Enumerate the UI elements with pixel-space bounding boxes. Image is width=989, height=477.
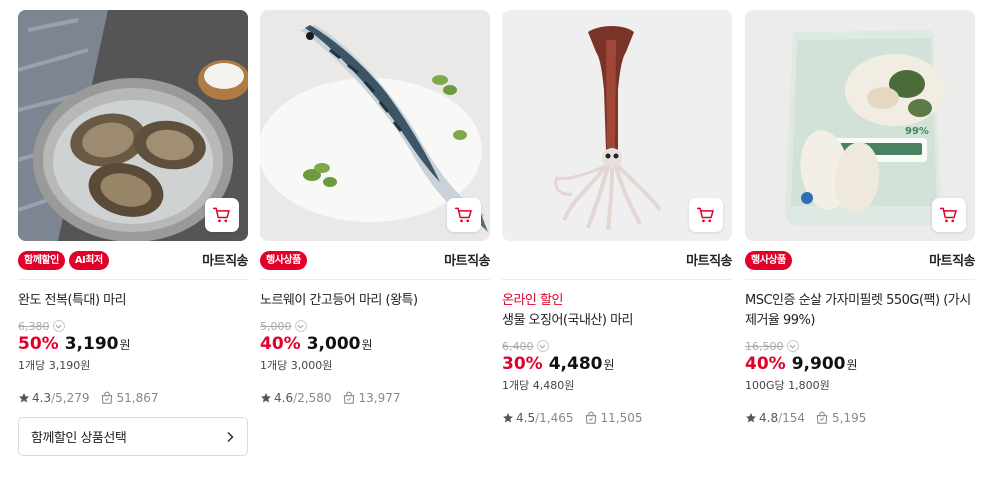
chevron-down-icon: [789, 344, 796, 349]
seller-label: 마트직송: [444, 254, 490, 269]
cart-icon: [939, 207, 957, 223]
purchase-count: 11,505: [600, 411, 643, 425]
chevron-down-icon: [55, 324, 62, 329]
product-info[interactable]: 온라인 할인 생물 오징어(국내산) 마리 6,400 30% 4,480 원 …: [502, 291, 732, 426]
sale-price: 3,190: [64, 334, 119, 354]
chevron-down-icon: [297, 324, 304, 329]
product-name[interactable]: 완도 전복(특대) 마리: [18, 291, 248, 311]
currency-unit: 원: [361, 338, 373, 352]
product-info[interactable]: MSC인증 순살 가자미필렛 550G(팩) (가시제거율 99%) 16,50…: [745, 291, 975, 426]
product-stats: 4.6 / 2,580 13,977: [260, 390, 490, 406]
divider: [745, 279, 975, 280]
sale-price: 4,480: [548, 354, 603, 374]
price-info-button[interactable]: [536, 340, 549, 352]
star-icon: [746, 413, 756, 423]
rating: 4.6: [274, 391, 294, 405]
shopping-bag-icon: [585, 411, 596, 424]
product-stats: 4.3 / 5,279 51,867: [18, 390, 248, 406]
seller-label: 마트직송: [202, 254, 248, 269]
discount-rate: 40%: [745, 354, 786, 374]
product-stats: 4.8 / 154 5,195: [745, 410, 975, 426]
product-image-squid[interactable]: [502, 10, 732, 241]
promo-label: 온라인 할인: [502, 293, 563, 308]
purchase-count: 13,977: [358, 391, 401, 405]
chevron-down-icon: [539, 344, 546, 349]
price-info-button[interactable]: [294, 320, 307, 332]
cart-icon: [696, 207, 714, 223]
purchase-count: 51,867: [116, 391, 159, 405]
product-stats: 4.5 / 1,465 11,505: [502, 410, 732, 426]
rating: 4.3: [32, 391, 52, 405]
shopping-bag-icon: [343, 391, 354, 404]
divider: [502, 279, 732, 280]
divider: [260, 279, 490, 280]
badge: 함께할인: [18, 250, 65, 270]
seller-label: 마트직송: [929, 254, 975, 269]
purchase-count: 5,195: [832, 411, 867, 425]
tag-row: 행사상품 마트직송: [745, 249, 975, 271]
badge: AI최저: [68, 250, 109, 270]
badge: 행사상품: [745, 250, 792, 270]
product-card[interactable]: 행사상품 마트직송 노르웨이 간고등어 마리 (왕특) 5,000 40% 3,…: [260, 10, 490, 470]
discount-rate: 30%: [502, 354, 543, 374]
currency-unit: 원: [846, 358, 858, 372]
product-image-abalone[interactable]: [18, 10, 248, 241]
review-count: 2,580: [297, 391, 332, 405]
badge: 행사상품: [260, 250, 307, 270]
shopping-bag-icon: [816, 411, 828, 424]
add-to-cart-button[interactable]: [447, 198, 481, 232]
price-info-button[interactable]: [52, 320, 65, 332]
combo-discount-select-button[interactable]: 함께할인 상품선택: [18, 417, 248, 456]
sale-price: 9,900: [791, 354, 846, 374]
original-price: 6,380: [18, 319, 50, 333]
discount-rate: 50%: [18, 334, 59, 354]
unit-price: 1개당 3,190원: [18, 359, 91, 372]
currency-unit: 원: [603, 358, 615, 372]
product-card[interactable]: 함께할인 AI최저 마트직송 완도 전복(특대) 마리 6,380 50% 3,…: [18, 10, 248, 470]
divider: [18, 279, 248, 280]
price-info-button[interactable]: [786, 340, 799, 352]
review-count: 1,465: [539, 411, 574, 425]
cart-icon: [454, 207, 472, 223]
tag-row: 함께할인 AI최저 마트직송: [18, 249, 248, 271]
original-price: 16,500: [745, 339, 784, 353]
star-icon: [19, 393, 29, 403]
product-image-mackerel[interactable]: [260, 10, 490, 241]
shopping-bag-icon: [101, 391, 112, 404]
chevron-right-icon: [227, 431, 234, 442]
star-icon: [503, 413, 513, 423]
review-count: 154: [782, 411, 806, 425]
product-info[interactable]: 완도 전복(특대) 마리 6,380 50% 3,190 원 1개당 3,190…: [18, 291, 248, 406]
unit-price: 1개당 3,000원: [260, 359, 333, 372]
rating: 4.5: [516, 411, 536, 425]
add-to-cart-button[interactable]: [205, 198, 239, 232]
add-to-cart-button[interactable]: [932, 198, 966, 232]
currency-unit: 원: [119, 338, 131, 352]
discount-rate: 40%: [260, 334, 301, 354]
product-name[interactable]: MSC인증 순살 가자미필렛 550G(팩) (가시제거율 99%): [745, 291, 975, 331]
product-image-fish-fillet[interactable]: 99%: [745, 10, 975, 241]
product-name[interactable]: 노르웨이 간고등어 마리 (왕특): [260, 291, 490, 311]
original-price: 6,400: [502, 339, 534, 353]
seller-label: 마트직송: [686, 254, 732, 269]
svg-text:99%: 99%: [905, 126, 929, 137]
tag-row: 행사상품 마트직송: [260, 249, 490, 271]
unit-price: 1개당 4,480원: [502, 379, 575, 392]
star-icon: [261, 393, 271, 403]
cart-icon: [212, 207, 230, 223]
product-info[interactable]: 노르웨이 간고등어 마리 (왕특) 5,000 40% 3,000 원 1개당 …: [260, 291, 490, 406]
original-price: 5,000: [260, 319, 292, 333]
review-count: 5,279: [55, 391, 90, 405]
unit-price: 100G당 1,800원: [745, 379, 830, 392]
tag-row: 마트직송: [502, 249, 732, 271]
rating: 4.8: [759, 411, 779, 425]
product-card[interactable]: 99% 행사상품 마트직송 MSC인증 순살 가자미필렛 550G(팩) (가시…: [745, 10, 975, 470]
add-to-cart-button[interactable]: [689, 198, 723, 232]
product-card[interactable]: 마트직송 온라인 할인 생물 오징어(국내산) 마리 6,400 30% 4,4…: [502, 10, 732, 470]
combo-button-label: 함께할인 상품선택: [31, 431, 127, 446]
sale-price: 3,000: [306, 334, 361, 354]
product-name[interactable]: 생물 오징어(국내산) 마리: [502, 311, 732, 331]
